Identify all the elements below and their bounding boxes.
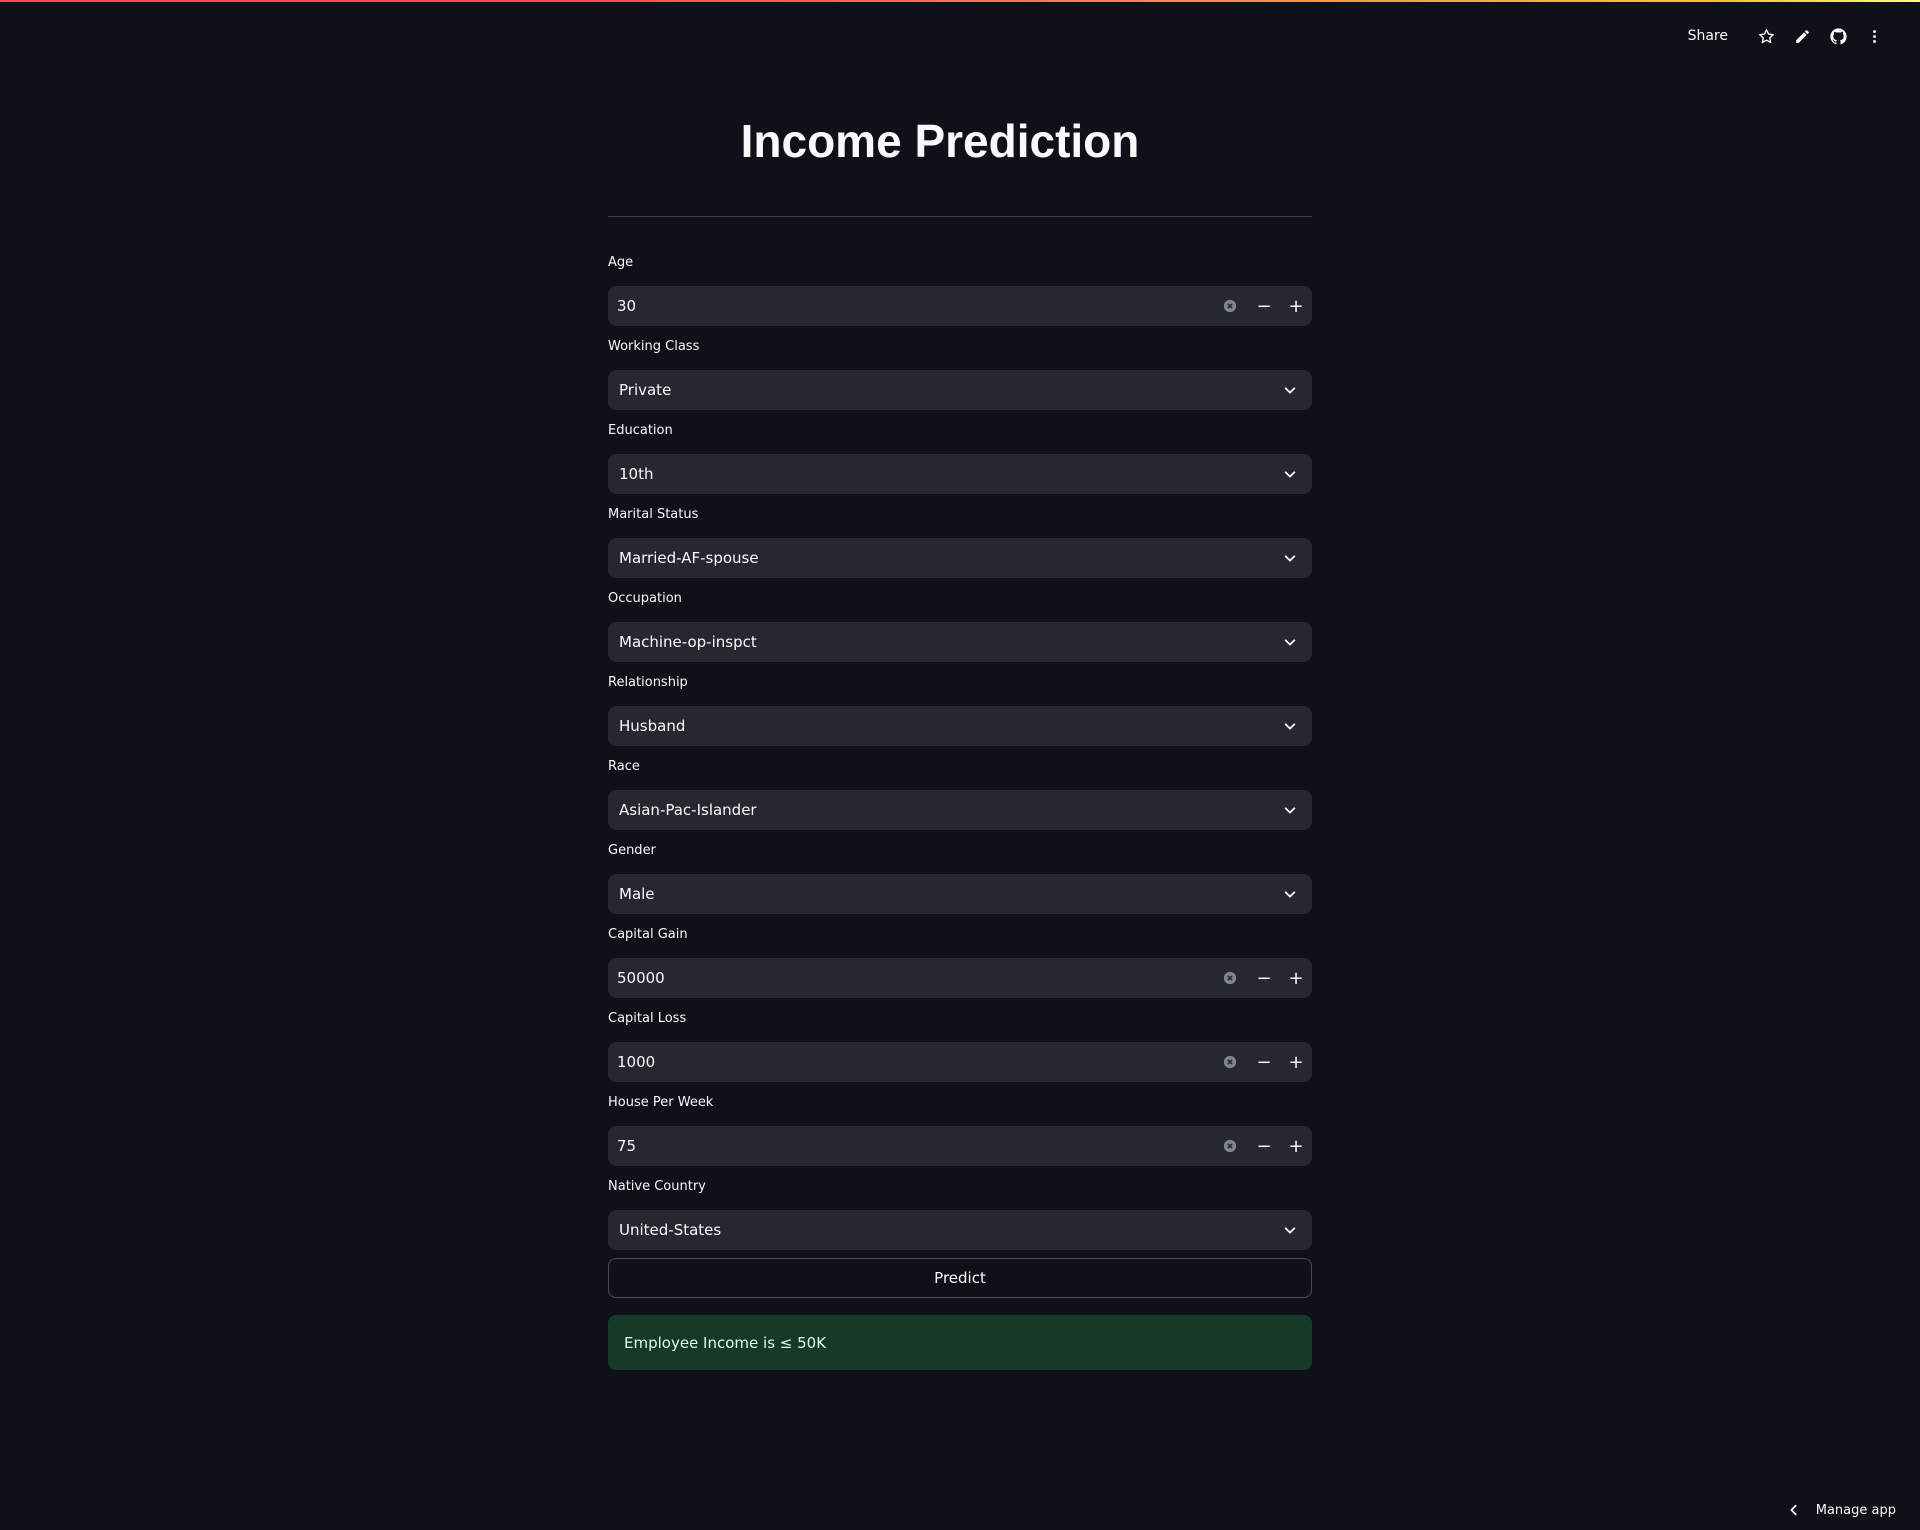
race-value: Asian-Pac-Islander — [619, 801, 757, 819]
share-button[interactable]: Share — [1688, 28, 1728, 44]
page-title: Income Prediction — [740, 115, 1140, 167]
clear-icon[interactable] — [1222, 970, 1238, 986]
capital-loss-label: Capital Loss — [608, 1011, 687, 1026]
chevron-down-icon — [1280, 548, 1300, 568]
age-input[interactable]: 30 − + — [608, 286, 1312, 326]
chevron-down-icon — [1280, 716, 1300, 736]
chevron-down-icon — [1280, 464, 1300, 484]
native-country-select[interactable]: United-States — [608, 1210, 1312, 1250]
capital-gain-field: Capital Gain 50000 − + — [608, 925, 1312, 998]
star-icon[interactable] — [1754, 24, 1778, 48]
race-label: Race — [608, 759, 640, 774]
gender-field: Gender Male — [608, 841, 1312, 914]
capital-gain-label: Capital Gain — [608, 927, 688, 942]
relationship-value: Husband — [619, 717, 686, 735]
clear-icon[interactable] — [1222, 1054, 1238, 1070]
chevron-down-icon — [1280, 800, 1300, 820]
relationship-select[interactable]: Husband — [608, 706, 1312, 746]
occupation-field: Occupation Machine-op-inspct — [608, 589, 1312, 662]
marital-status-field: Marital Status Married-AF-spouse — [608, 505, 1312, 578]
prediction-result-text: Employee Income is ≤ 50K — [624, 1333, 827, 1352]
more-vertical-icon[interactable] — [1862, 24, 1886, 48]
age-value[interactable]: 30 — [608, 297, 1222, 315]
clear-icon[interactable] — [1222, 1138, 1238, 1154]
occupation-value: Machine-op-inspct — [619, 633, 757, 651]
top-decoration-bar — [0, 0, 1920, 2]
working-class-select[interactable]: Private — [608, 370, 1312, 410]
github-icon[interactable] — [1826, 24, 1850, 48]
divider — [608, 216, 1312, 217]
working-class-value: Private — [619, 381, 672, 399]
education-field: Education 10th — [608, 421, 1312, 494]
increment-button[interactable]: + — [1280, 1042, 1312, 1082]
chevron-down-icon — [1280, 1220, 1300, 1240]
capital-loss-value[interactable]: 1000 — [608, 1053, 1222, 1071]
manage-app-label: Manage app — [1815, 1502, 1896, 1518]
decrement-button[interactable]: − — [1248, 1042, 1280, 1082]
working-class-field: Working Class Private — [608, 337, 1312, 410]
capital-gain-input[interactable]: 50000 − + — [608, 958, 1312, 998]
age-label: Age — [608, 255, 634, 270]
gender-label: Gender — [608, 843, 656, 858]
chevron-down-icon — [1280, 632, 1300, 652]
increment-button[interactable]: + — [1280, 286, 1312, 326]
hours-per-week-input[interactable]: 75 − + — [608, 1126, 1312, 1166]
hours-per-week-value[interactable]: 75 — [608, 1137, 1222, 1155]
decrement-button[interactable]: − — [1248, 1126, 1280, 1166]
chevron-down-icon — [1280, 884, 1300, 904]
decrement-button[interactable]: − — [1248, 286, 1280, 326]
native-country-field: Native Country United-States — [608, 1177, 1312, 1250]
chevron-left-icon — [1786, 1502, 1802, 1518]
increment-button[interactable]: + — [1280, 1126, 1312, 1166]
native-country-value: United-States — [619, 1221, 722, 1239]
age-field: Age 30 − + — [608, 253, 1312, 326]
decrement-button[interactable]: − — [1248, 958, 1280, 998]
capital-loss-field: Capital Loss 1000 − + — [608, 1009, 1312, 1082]
chevron-down-icon — [1280, 380, 1300, 400]
education-select[interactable]: 10th — [608, 454, 1312, 494]
manage-app-button[interactable]: Manage app — [1786, 1502, 1896, 1518]
clear-icon[interactable] — [1222, 298, 1238, 314]
marital-status-label: Marital Status — [608, 507, 699, 522]
race-select[interactable]: Asian-Pac-Islander — [608, 790, 1312, 830]
app-toolbar: Share — [1688, 24, 1886, 48]
gender-value: Male — [619, 885, 655, 903]
native-country-label: Native Country — [608, 1179, 706, 1194]
increment-button[interactable]: + — [1280, 958, 1312, 998]
pencil-icon[interactable] — [1790, 24, 1814, 48]
hours-per-week-label: House Per Week — [608, 1095, 714, 1110]
marital-status-select[interactable]: Married-AF-spouse — [608, 538, 1312, 578]
relationship-label: Relationship — [608, 675, 688, 690]
working-class-label: Working Class — [608, 339, 700, 354]
marital-status-value: Married-AF-spouse — [619, 549, 759, 567]
gender-select[interactable]: Male — [608, 874, 1312, 914]
capital-loss-input[interactable]: 1000 − + — [608, 1042, 1312, 1082]
education-value: 10th — [619, 465, 654, 483]
relationship-field: Relationship Husband — [608, 673, 1312, 746]
prediction-result-alert: Employee Income is ≤ 50K — [608, 1315, 1312, 1370]
race-field: Race Asian-Pac-Islander — [608, 757, 1312, 830]
predict-button[interactable]: Predict — [608, 1258, 1312, 1298]
education-label: Education — [608, 423, 673, 438]
occupation-select[interactable]: Machine-op-inspct — [608, 622, 1312, 662]
capital-gain-value[interactable]: 50000 — [608, 969, 1222, 987]
occupation-label: Occupation — [608, 591, 682, 606]
hours-per-week-field: House Per Week 75 − + — [608, 1093, 1312, 1166]
